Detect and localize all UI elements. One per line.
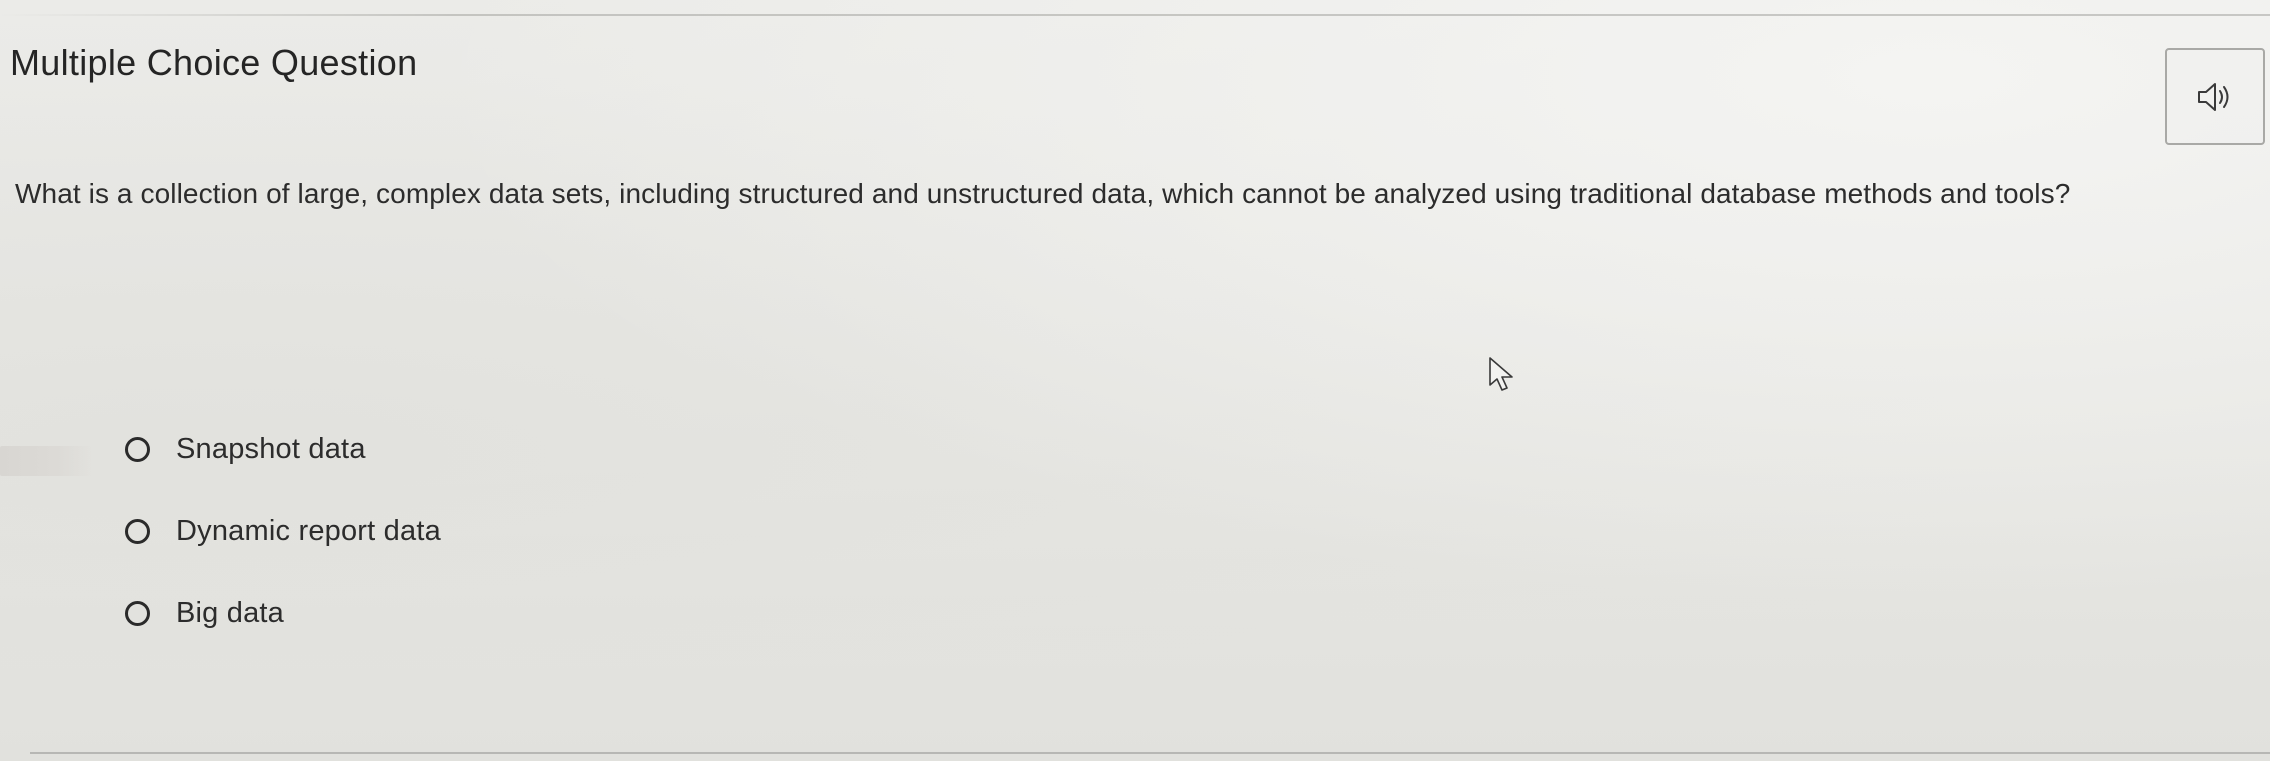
answer-options: Snapshot data Dynamic report data Big da… (125, 408, 441, 654)
answer-option-label: Big data (176, 596, 285, 629)
answer-option[interactable]: Dynamic report data (125, 490, 441, 572)
answer-option[interactable]: Big data (125, 572, 441, 654)
bottom-divider (30, 752, 2270, 754)
radio-button[interactable] (125, 600, 150, 626)
mouse-pointer-icon (1489, 357, 1513, 391)
top-divider (0, 14, 2270, 16)
answer-option-label: Snapshot data (176, 432, 366, 465)
left-edge-mark (0, 446, 95, 476)
answer-option-label: Dynamic report data (176, 514, 441, 547)
read-aloud-button[interactable] (2165, 48, 2265, 145)
page-title: Multiple Choice Question (10, 42, 418, 83)
answer-option[interactable]: Snapshot data (125, 408, 441, 490)
radio-button[interactable] (125, 518, 150, 544)
radio-button[interactable] (125, 436, 150, 462)
question-prompt: What is a collection of large, complex d… (15, 178, 2071, 209)
speaker-icon (2198, 82, 2229, 111)
